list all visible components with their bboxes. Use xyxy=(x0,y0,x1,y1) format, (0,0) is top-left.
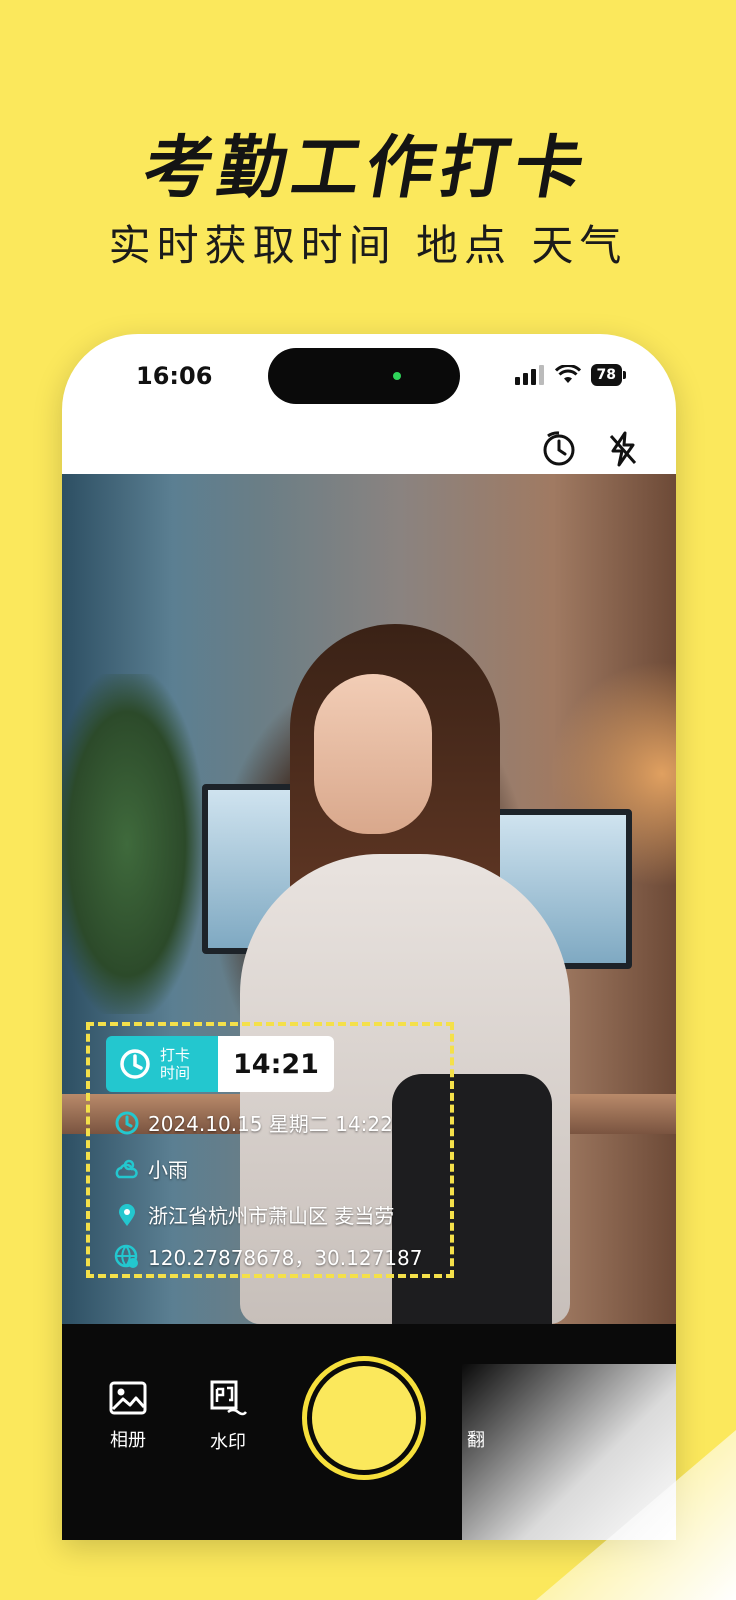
promo-headline: 考勤工作打卡 xyxy=(137,129,596,208)
shutter-inner xyxy=(312,1366,416,1470)
album-button[interactable]: 相册 xyxy=(98,1380,158,1452)
camera-viewfinder[interactable]: 打卡 时间 14:21 2024.10.15 星期二 14:22 小雨 浙江省杭… xyxy=(62,474,676,1324)
punch-time: 14:21 xyxy=(218,1036,334,1092)
flash-off-icon[interactable] xyxy=(604,430,642,468)
clock-icon xyxy=(120,1049,150,1079)
camera-indicator-dot xyxy=(393,372,401,380)
shutter-button[interactable] xyxy=(302,1356,426,1480)
coordinates-row: 120.27878678，30.127187 xyxy=(114,1242,422,1271)
camera-top-controls xyxy=(540,430,642,468)
timer-icon[interactable] xyxy=(540,430,578,468)
clock-small-icon xyxy=(115,1111,139,1134)
datetime-row: 2024.10.15 星期二 14:22 xyxy=(114,1108,393,1137)
battery-icon: 78 xyxy=(590,364,622,386)
signal-icon xyxy=(514,365,544,385)
weather-cloud-icon xyxy=(115,1159,138,1178)
dynamic-island xyxy=(268,348,460,404)
punch-label-line2: 时间 xyxy=(160,1064,191,1082)
status-icons: 78 xyxy=(514,364,626,386)
punch-badge-left: 打卡 时间 xyxy=(106,1036,218,1092)
location-pin-icon xyxy=(119,1203,135,1226)
location-row: 浙江省杭州市萧山区 麦当劳 xyxy=(114,1200,394,1229)
album-label: 相册 xyxy=(110,1430,146,1451)
watermark-button[interactable]: 水印 xyxy=(198,1380,258,1454)
watermark-stamp-icon xyxy=(210,1380,247,1416)
status-time: 16:06 xyxy=(136,362,213,390)
weather-text: 小雨 xyxy=(148,1158,188,1182)
globe-location-icon xyxy=(114,1244,138,1268)
punch-label: 打卡 时间 xyxy=(160,1046,202,1082)
punch-time-badge: 打卡 时间 14:21 xyxy=(106,1036,334,1092)
promo-subheadline: 实时获取时间 地点 天气 xyxy=(108,221,628,270)
weather-row: 小雨 xyxy=(114,1154,188,1183)
coordinates-text: 120.27878678，30.127187 xyxy=(148,1246,423,1270)
phone-frame: 16:06 78 打卡 时间 14:21 2024.10.15 星期二 14:2… xyxy=(62,334,676,1540)
camera-bottom-bar: 相册 水印 翻 xyxy=(62,1324,676,1540)
punch-label-line1: 打卡 xyxy=(160,1046,191,1064)
background-plant xyxy=(62,674,202,1014)
subject-face xyxy=(314,674,432,834)
battery-tip xyxy=(623,371,626,379)
album-icon xyxy=(109,1381,147,1415)
watermark-label: 水印 xyxy=(210,1432,246,1453)
location-text: 浙江省杭州市萧山区 麦当劳 xyxy=(148,1204,395,1228)
wifi-icon xyxy=(554,365,581,383)
datetime-text: 2024.10.15 星期二 14:22 xyxy=(148,1112,393,1136)
